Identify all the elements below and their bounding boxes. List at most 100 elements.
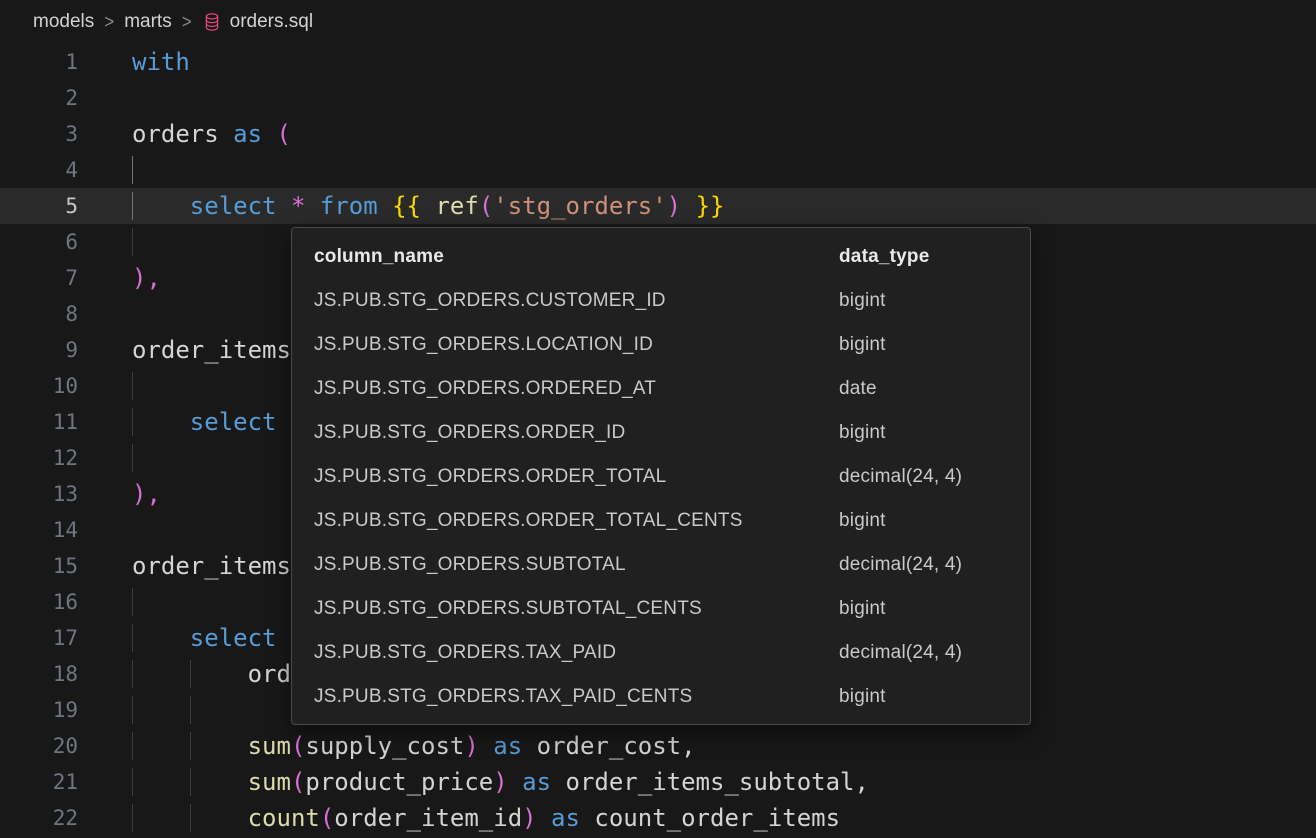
data-type-cell: bigint — [839, 323, 1008, 367]
code-line[interactable]: 20 sum(supply_cost) as order_cost, — [0, 728, 1316, 764]
line-number[interactable]: 12 — [0, 440, 78, 476]
popup-header-row: column_name data_type — [292, 235, 1030, 279]
indent-guide — [132, 732, 190, 760]
code-line[interactable]: 2 — [0, 80, 1316, 116]
code-token: ( — [277, 120, 291, 148]
indent-guide — [190, 804, 248, 832]
code-text — [78, 296, 132, 332]
indent-guide — [190, 696, 248, 724]
indent-guide — [132, 372, 190, 400]
code-line[interactable]: 22 count(order_item_id) as count_order_i… — [0, 800, 1316, 836]
database-icon — [202, 12, 222, 32]
code-token — [305, 192, 319, 220]
code-token: from — [320, 192, 378, 220]
line-number[interactable]: 7 — [0, 260, 78, 296]
breadcrumb: models > marts > orders.sql — [0, 0, 1316, 44]
code-token: ), — [132, 264, 161, 292]
line-number[interactable]: 6 — [0, 224, 78, 260]
code-token: as — [522, 768, 551, 796]
code-text: count(order_item_id) as count_order_item… — [78, 800, 840, 836]
data-type-cell: bigint — [839, 675, 1008, 719]
column-name-cell: JS.PUB.STG_ORDERS.TAX_PAID_CENTS — [314, 675, 839, 719]
line-number[interactable]: 1 — [0, 44, 78, 80]
breadcrumb-item-file[interactable]: orders.sql — [230, 11, 313, 33]
line-number[interactable]: 3 — [0, 116, 78, 152]
breadcrumb-item-models[interactable]: models — [33, 11, 94, 33]
line-number[interactable]: 8 — [0, 296, 78, 332]
code-token — [537, 804, 551, 832]
code-text: order_items — [78, 332, 291, 368]
popup-row: JS.PUB.STG_ORDERS.SUBTOTALdecimal(24, 4) — [292, 543, 1030, 587]
code-token — [421, 192, 435, 220]
code-text — [78, 224, 190, 260]
line-number[interactable]: 14 — [0, 512, 78, 548]
code-line[interactable]: 5 select * from {{ ref('stg_orders') }} — [0, 188, 1316, 224]
line-number[interactable]: 16 — [0, 584, 78, 620]
code-token: order_items_subtotal, — [551, 768, 869, 796]
code-text: ), — [78, 476, 161, 512]
code-text — [78, 440, 190, 476]
column-info-popup: column_name data_type JS.PUB.STG_ORDERS.… — [291, 227, 1031, 725]
line-number[interactable]: 17 — [0, 620, 78, 656]
data-type-cell: bigint — [839, 279, 1008, 323]
data-type-cell: date — [839, 367, 1008, 411]
code-token: order_items — [132, 552, 291, 580]
line-number[interactable]: 18 — [0, 656, 78, 692]
code-token: ( — [291, 768, 305, 796]
code-text — [78, 368, 190, 404]
code-token — [378, 192, 392, 220]
code-editor[interactable]: 1 with 23orders as (4 5 select * from {{ r… — [0, 44, 1316, 838]
indent-guide — [132, 696, 190, 724]
code-text — [78, 152, 190, 188]
indent-guide — [132, 588, 190, 616]
indent-guide — [132, 408, 190, 436]
code-token — [508, 768, 522, 796]
code-token: ) — [464, 732, 478, 760]
code-text: sum(supply_cost) as order_cost, — [78, 728, 696, 764]
popup-row: JS.PUB.STG_ORDERS.ORDERED_ATdate — [292, 367, 1030, 411]
line-number[interactable]: 13 — [0, 476, 78, 512]
line-number[interactable]: 10 — [0, 368, 78, 404]
line-number[interactable]: 21 — [0, 764, 78, 800]
popup-header-column-name: column_name — [314, 235, 839, 279]
code-line[interactable]: 1 with — [0, 44, 1316, 80]
code-line[interactable]: 4 — [0, 152, 1316, 188]
column-name-cell: JS.PUB.STG_ORDERS.ORDER_ID — [314, 411, 839, 455]
code-token: order_item_id — [334, 804, 522, 832]
code-text: orders as ( — [78, 116, 291, 152]
code-token: ) — [493, 768, 507, 796]
indent-guide — [132, 444, 190, 472]
breadcrumb-item-marts[interactable]: marts — [124, 11, 172, 33]
line-number[interactable]: 5 — [0, 188, 78, 224]
popup-header-data-type: data_type — [839, 235, 1008, 279]
column-name-cell: JS.PUB.STG_ORDERS.ORDER_TOTAL_CENTS — [314, 499, 839, 543]
line-number[interactable]: 15 — [0, 548, 78, 584]
code-text — [78, 80, 132, 116]
code-text — [78, 584, 190, 620]
code-token: sum — [248, 732, 291, 760]
column-name-cell: JS.PUB.STG_ORDERS.SUBTOTAL_CENTS — [314, 587, 839, 631]
data-type-cell: decimal(24, 4) — [839, 543, 1008, 587]
column-name-cell: JS.PUB.STG_ORDERS.ORDER_TOTAL — [314, 455, 839, 499]
code-token: 'stg_orders' — [493, 192, 666, 220]
line-number[interactable]: 11 — [0, 404, 78, 440]
column-name-cell: JS.PUB.STG_ORDERS.SUBTOTAL — [314, 543, 839, 587]
line-number[interactable]: 9 — [0, 332, 78, 368]
popup-row: JS.PUB.STG_ORDERS.TAX_PAIDdecimal(24, 4) — [292, 631, 1030, 675]
code-token: ( — [320, 804, 334, 832]
code-line[interactable]: 3orders as ( — [0, 116, 1316, 152]
code-token: * — [291, 192, 305, 220]
code-token: ord — [248, 660, 291, 688]
code-line[interactable]: 21 sum(product_price) as order_items_sub… — [0, 764, 1316, 800]
indent-guide — [132, 660, 190, 688]
line-number[interactable]: 2 — [0, 80, 78, 116]
line-number[interactable]: 20 — [0, 728, 78, 764]
indent-guide — [132, 192, 190, 220]
line-number[interactable]: 22 — [0, 800, 78, 836]
code-token: with — [132, 48, 190, 76]
code-token: count — [248, 804, 320, 832]
line-number[interactable]: 19 — [0, 692, 78, 728]
code-text: select — [78, 620, 277, 656]
code-text: with — [78, 44, 190, 80]
line-number[interactable]: 4 — [0, 152, 78, 188]
